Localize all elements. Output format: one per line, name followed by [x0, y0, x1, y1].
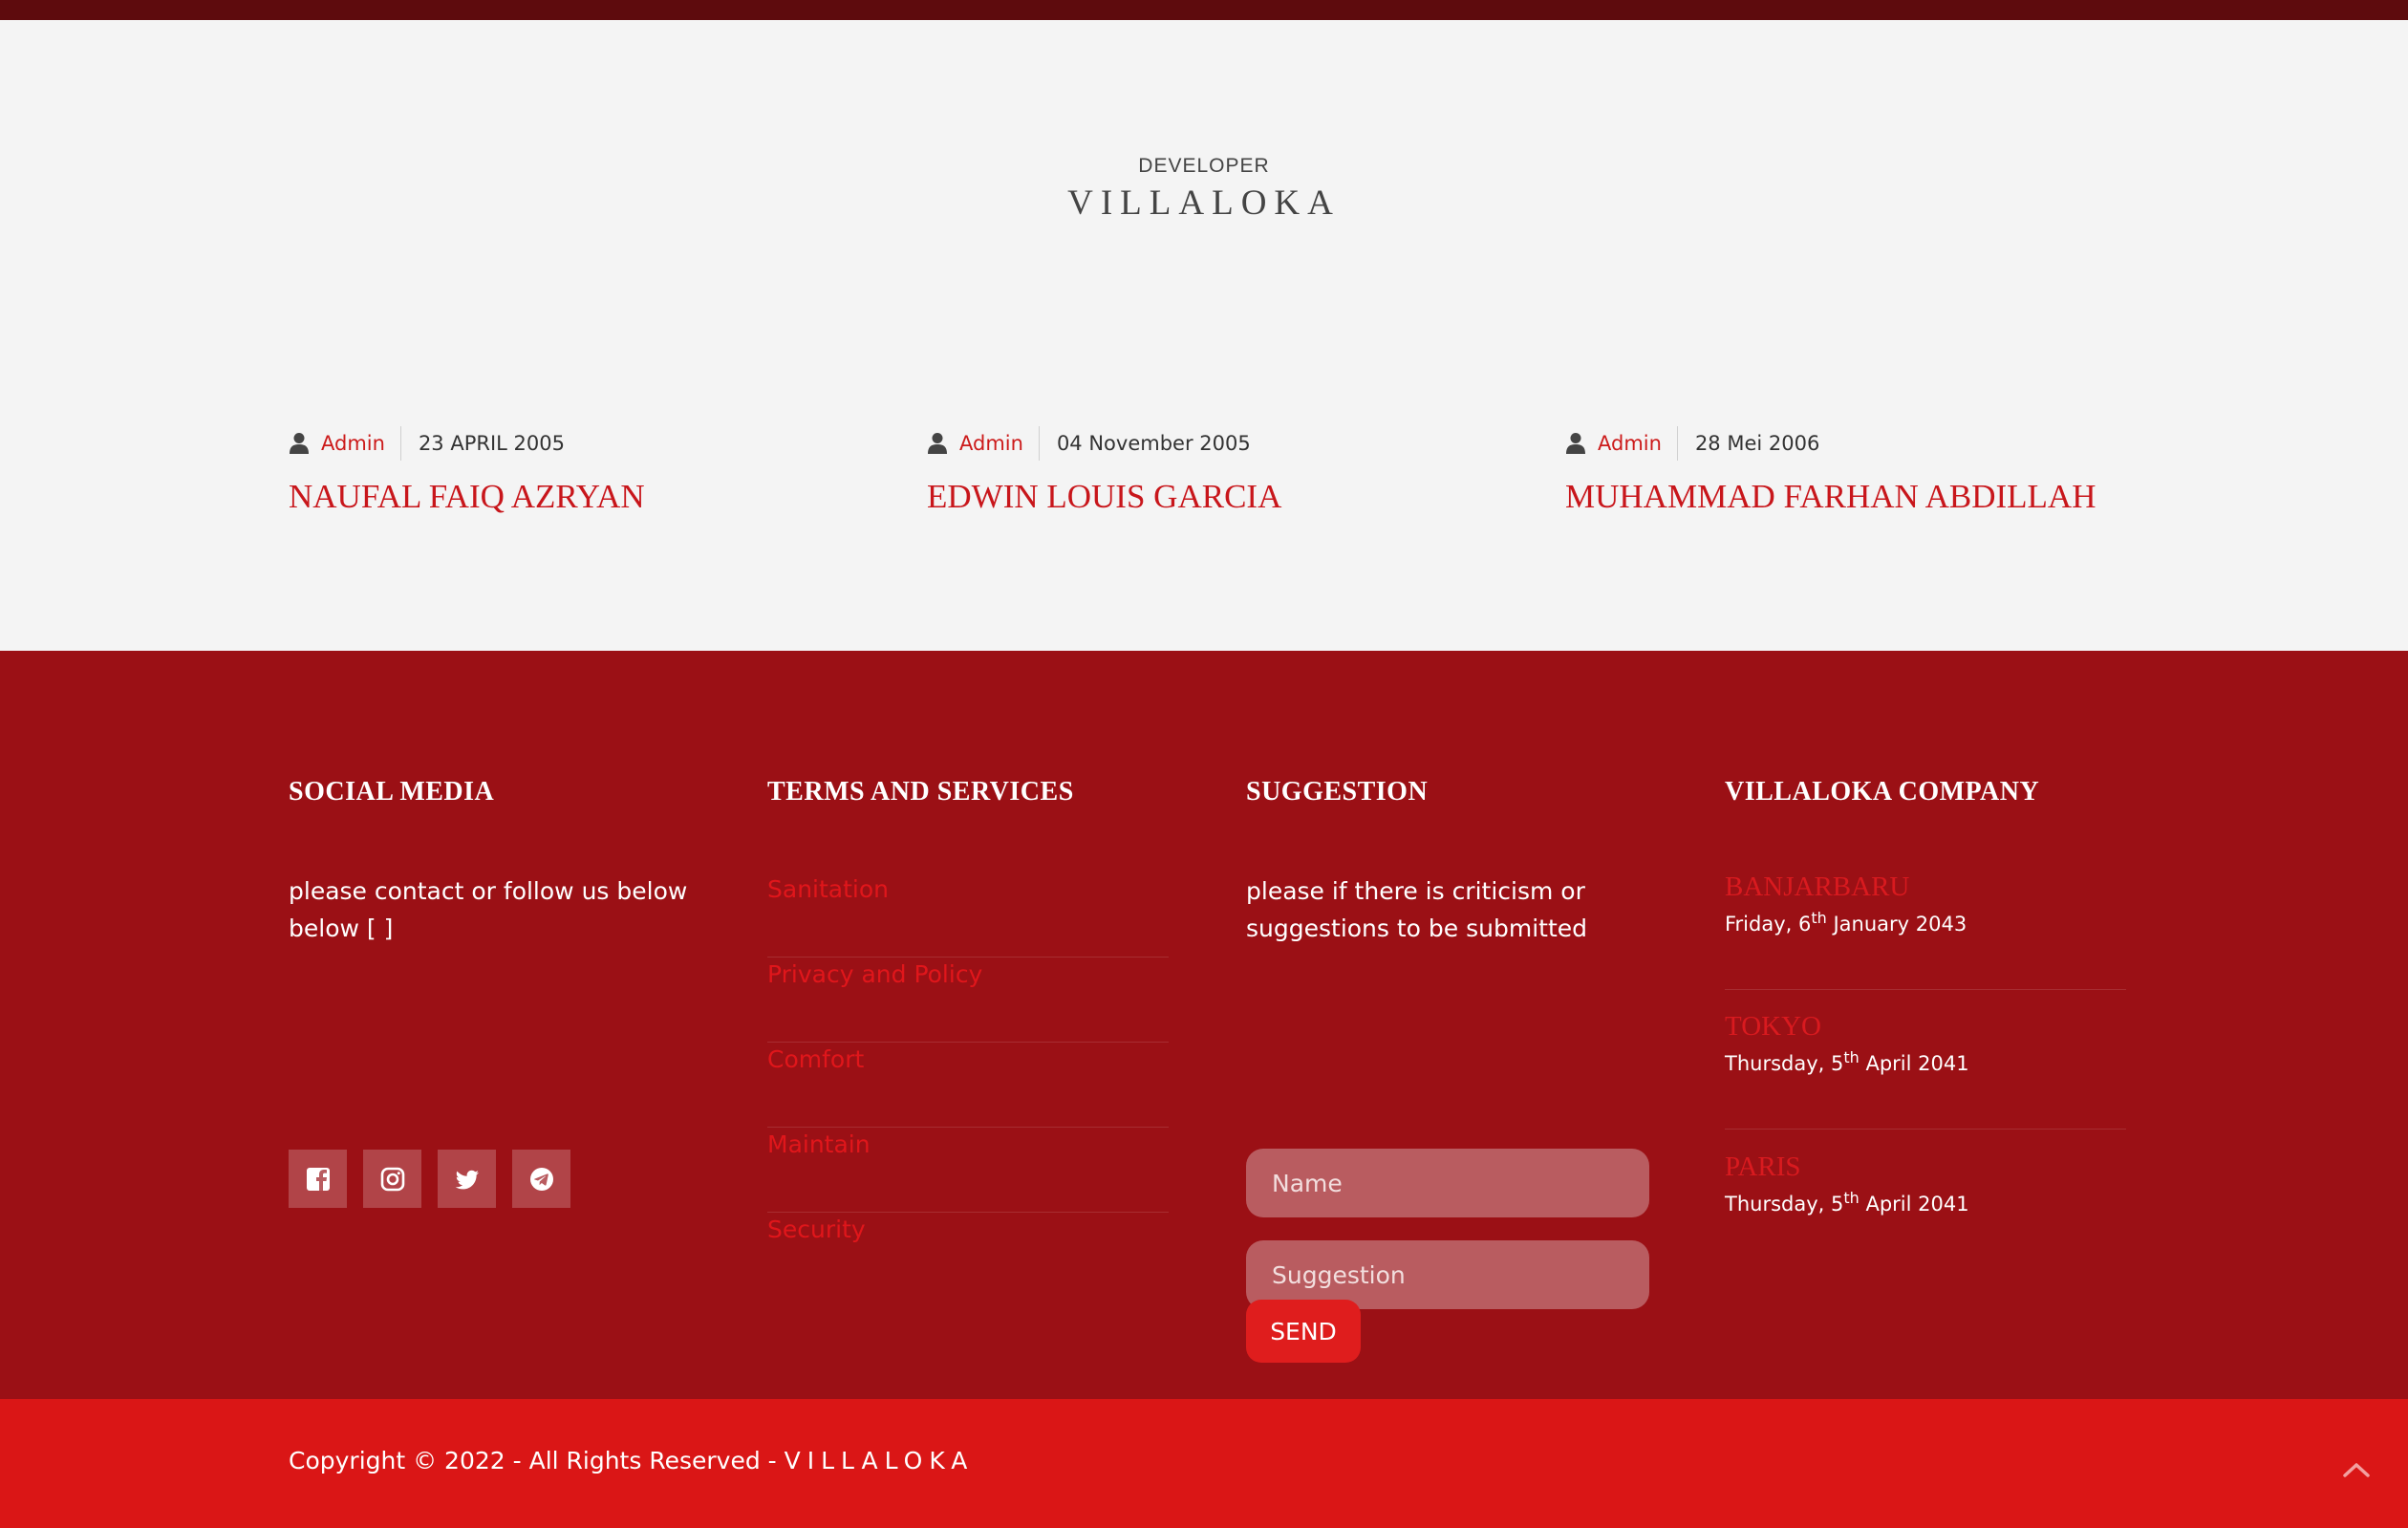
developer-card: Admin 04 November 2005 EDWIN LOUIS GARCI…: [927, 426, 1281, 516]
card-date: 28 Mei 2006: [1694, 432, 1820, 455]
terms-link-label: Security: [767, 1216, 866, 1243]
author-link[interactable]: Admin: [321, 426, 401, 461]
facebook-icon[interactable]: [289, 1150, 347, 1208]
city-date-month: January 2043: [1826, 913, 1967, 936]
telegram-icon[interactable]: [512, 1150, 570, 1208]
company-column: VILLALOKA COMPANY BANJARBARU Friday, 6th…: [1725, 777, 2126, 1216]
city-date: Friday, 6th January 2043: [1725, 909, 2126, 936]
city-date: Thursday, 5th April 2041: [1725, 1189, 2126, 1216]
developer-card: Admin 28 Mei 2006 MUHAMMAD FARHAN ABDILL…: [1565, 426, 2096, 516]
developer-name[interactable]: NAUFAL FAIQ AZRYAN: [289, 478, 645, 516]
city-date: Thursday, 5th April 2041: [1725, 1048, 2126, 1075]
instagram-icon[interactable]: [363, 1150, 421, 1208]
card-meta: Admin 04 November 2005: [927, 426, 1281, 461]
city-date-month: April 2041: [1859, 1193, 1969, 1216]
city-item: TOKYO Thursday, 5th April 2041: [1725, 1010, 2126, 1130]
copyright-text: Copyright © 2022 - All Rights Reserved -…: [289, 1447, 974, 1474]
terms-link-security[interactable]: Security: [767, 1213, 1169, 1298]
author-link[interactable]: Admin: [1598, 426, 1678, 461]
terms-link-sanitation[interactable]: Sanitation: [767, 872, 1169, 958]
user-icon: [1566, 433, 1585, 454]
terms-link-label: Maintain: [767, 1130, 871, 1158]
top-bar: [0, 0, 2408, 20]
terms-list: Sanitation Privacy and Policy Comfort Ma…: [767, 872, 1169, 1298]
send-button[interactable]: SEND: [1246, 1300, 1361, 1363]
social-media-title: SOCIAL MEDIA: [289, 777, 495, 807]
user-icon: [928, 433, 947, 454]
city-item: PARIS Thursday, 5th April 2041: [1725, 1151, 2126, 1237]
social-icons: [289, 1150, 570, 1208]
developer-subtitle: DEVELOPER: [1138, 155, 1270, 177]
card-date: 23 APRIL 2005: [418, 432, 565, 455]
card-meta: Admin 28 Mei 2006: [1565, 426, 2096, 461]
copyright-label: Copyright © 2022 - All Rights Reserved -: [289, 1447, 785, 1474]
copyright-bar: Copyright © 2022 - All Rights Reserved -…: [0, 1399, 2408, 1528]
social-media-column: SOCIAL MEDIA please contact or follow us…: [289, 777, 690, 1208]
developer-section: DEVELOPER VILLALOKA Admin 23 APRIL 2005 …: [0, 20, 2408, 651]
city-date-suffix: th: [1843, 1189, 1860, 1207]
footer: SOCIAL MEDIA please contact or follow us…: [0, 651, 2408, 1399]
city-name[interactable]: TOKYO: [1725, 1010, 2126, 1043]
terms-link-label: Comfort: [767, 1045, 865, 1073]
developer-name[interactable]: EDWIN LOUIS GARCIA: [927, 478, 1281, 516]
developer-name[interactable]: MUHAMMAD FARHAN ABDILLAH: [1565, 478, 2096, 516]
terms-link-comfort[interactable]: Comfort: [767, 1043, 1169, 1128]
name-input[interactable]: [1246, 1149, 1649, 1217]
author-link[interactable]: Admin: [959, 426, 1040, 461]
city-date-suffix: th: [1811, 909, 1827, 927]
suggestion-column: SUGGESTION please if there is criticism …: [1246, 777, 1649, 1363]
developer-card: Admin 23 APRIL 2005 NAUFAL FAIQ AZRYAN: [289, 426, 645, 516]
terms-column: TERMS AND SERVICES Sanitation Privacy an…: [767, 777, 1169, 1243]
terms-title: TERMS AND SERVICES: [767, 777, 1074, 807]
terms-link-label: Privacy and Policy: [767, 960, 983, 988]
city-date-month: April 2041: [1859, 1052, 1969, 1075]
city-name[interactable]: BANJARBARU: [1725, 871, 2126, 903]
city-date-suffix: th: [1843, 1048, 1860, 1066]
twitter-icon[interactable]: [438, 1150, 496, 1208]
copyright-brand: VILLALOKA: [784, 1447, 975, 1474]
city-date-day: Thursday, 5: [1725, 1052, 1844, 1075]
social-media-text: please contact or follow us below below …: [289, 877, 688, 942]
card-date: 04 November 2005: [1056, 432, 1251, 455]
city-item: BANJARBARU Friday, 6th January 2043: [1725, 871, 2126, 990]
developer-title: VILLALOKA: [1067, 183, 1341, 223]
terms-link-label: Sanitation: [767, 875, 889, 903]
user-icon: [290, 433, 309, 454]
city-date-day: Friday, 6: [1725, 913, 1812, 936]
terms-link-maintain[interactable]: Maintain: [767, 1128, 1169, 1213]
suggestion-text: please if there is criticism or suggesti…: [1246, 877, 1588, 942]
company-title: VILLALOKA COMPANY: [1725, 777, 2040, 807]
suggestion-title: SUGGESTION: [1246, 777, 1429, 807]
terms-link-privacy[interactable]: Privacy and Policy: [767, 958, 1169, 1043]
city-name[interactable]: PARIS: [1725, 1151, 2126, 1183]
city-date-day: Thursday, 5: [1725, 1193, 1844, 1216]
chevron-up-icon[interactable]: [2342, 1460, 2371, 1479]
card-meta: Admin 23 APRIL 2005: [289, 426, 645, 461]
